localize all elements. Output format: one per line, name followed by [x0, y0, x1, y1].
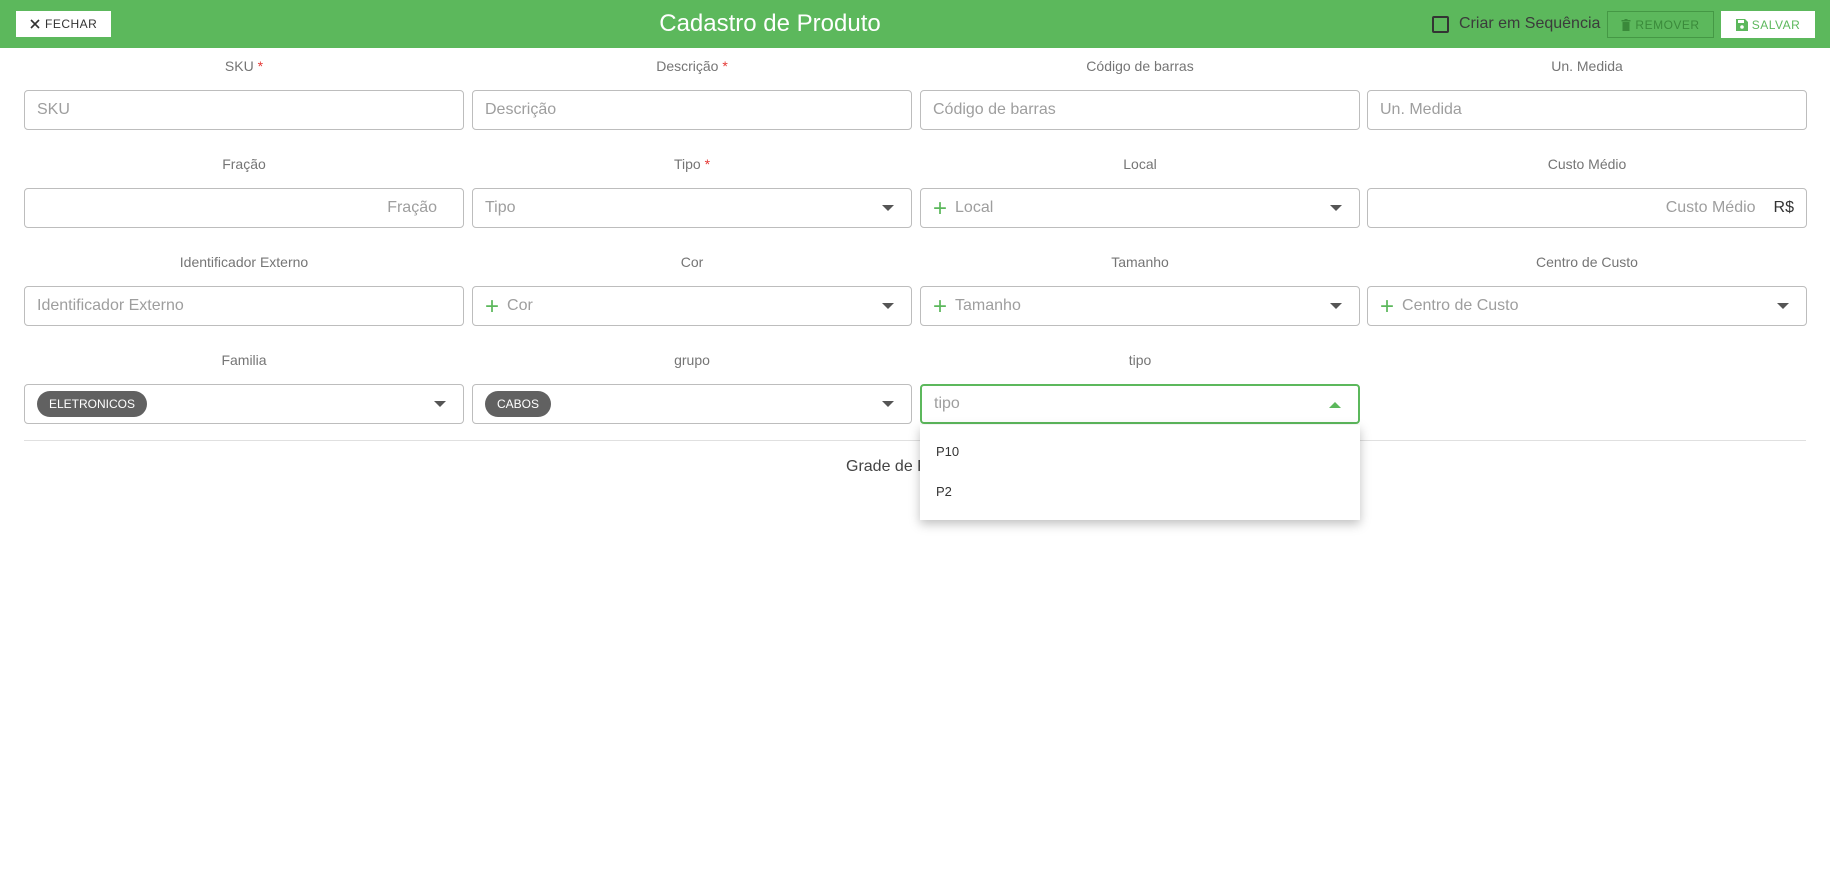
- sequence-toggle[interactable]: Criar em Sequência: [1432, 12, 1600, 36]
- add-icon[interactable]: +: [933, 295, 947, 319]
- save-icon: [1735, 18, 1748, 31]
- centro-custo-select[interactable]: + Centro de Custo: [1367, 286, 1807, 326]
- sequence-checkbox[interactable]: [1432, 15, 1449, 33]
- centro-custo-placeholder: Centro de Custo: [1402, 297, 1519, 314]
- codigo-barras-input[interactable]: Código de barras: [920, 90, 1360, 130]
- descricao-placeholder: Descrição: [485, 101, 557, 118]
- identificador-externo-placeholder: Identificador Externo: [37, 297, 184, 314]
- codigo-barras-placeholder: Código de barras: [933, 101, 1056, 118]
- fracao-input[interactable]: Fração: [24, 188, 464, 228]
- page-title: Cadastro de Produto: [659, 10, 881, 37]
- chevron-up-icon: [1329, 402, 1341, 408]
- local-select[interactable]: + Local: [920, 188, 1360, 228]
- identificador-externo-label: Identificador Externo: [179, 254, 309, 270]
- add-icon[interactable]: +: [485, 295, 499, 319]
- descricao-label: Descrição *: [472, 58, 912, 74]
- chevron-down-icon: [882, 303, 894, 309]
- cor-select[interactable]: + Cor: [472, 286, 912, 326]
- fracao-label: Fração: [222, 156, 266, 172]
- add-icon[interactable]: +: [933, 197, 947, 221]
- remove-button[interactable]: REMOVER: [1607, 11, 1714, 38]
- remove-label: REMOVER: [1635, 17, 1700, 32]
- chevron-down-icon: [1777, 303, 1789, 309]
- descricao-input[interactable]: Descrição: [472, 90, 912, 130]
- local-placeholder: Local: [955, 199, 994, 216]
- sku-placeholder: SKU: [37, 101, 70, 118]
- tamanho-select[interactable]: + Tamanho: [920, 286, 1360, 326]
- tipo2-placeholder: tipo: [934, 395, 960, 412]
- dropdown-option-p10[interactable]: P10: [920, 432, 1360, 472]
- un-medida-placeholder: Un. Medida: [1380, 101, 1462, 118]
- tipo-label: Tipo *: [472, 156, 912, 172]
- tipo-select[interactable]: Tipo: [472, 188, 912, 228]
- grupo-chip[interactable]: CABOS: [485, 391, 552, 417]
- familia-chip[interactable]: ELETRONICOS: [37, 391, 148, 417]
- save-label: SALVAR: [1751, 17, 1801, 32]
- required-mark: *: [704, 156, 711, 172]
- chevron-down-icon: [882, 205, 894, 211]
- chevron-down-icon: [1330, 303, 1342, 309]
- required-mark: *: [257, 58, 264, 74]
- trash-icon: [1621, 18, 1631, 31]
- tipo-placeholder: Tipo: [485, 199, 516, 216]
- un-medida-input[interactable]: Un. Medida: [1367, 90, 1807, 130]
- descricao-label-text: Descrição: [656, 58, 719, 74]
- chevron-down-icon: [1330, 205, 1342, 211]
- top-bar: FECHAR Cadastro de Produto Criar em Sequ…: [0, 0, 1830, 48]
- sequence-label: Criar em Sequência: [1459, 15, 1601, 32]
- cor-placeholder: Cor: [507, 297, 533, 314]
- cor-label: Cor: [680, 254, 704, 270]
- tipo2-label: tipo: [1128, 352, 1152, 368]
- local-label: Local: [1123, 156, 1157, 172]
- tamanho-label: Tamanho: [1111, 254, 1169, 270]
- identificador-externo-input[interactable]: Identificador Externo: [24, 286, 464, 326]
- tamanho-placeholder: Tamanho: [955, 297, 1021, 314]
- custo-medio-label: Custo Médio: [1547, 156, 1627, 172]
- centro-custo-label: Centro de Custo: [1536, 254, 1638, 270]
- grade-title: Grade de P: [846, 458, 928, 475]
- required-mark: *: [722, 58, 728, 74]
- familia-label: Familia: [221, 352, 267, 368]
- custo-medio-placeholder: Custo Médio: [1665, 199, 1756, 216]
- divider: [24, 440, 1806, 441]
- tipo2-select[interactable]: tipo: [920, 384, 1360, 424]
- add-icon[interactable]: +: [1380, 295, 1394, 319]
- currency-suffix: R$: [1773, 199, 1794, 216]
- save-button[interactable]: SALVAR: [1721, 11, 1815, 38]
- familia-select[interactable]: ELETRONICOS: [24, 384, 464, 424]
- codigo-barras-label: Código de barras: [1086, 58, 1194, 74]
- grupo-label: grupo: [674, 352, 710, 368]
- sku-input[interactable]: SKU: [24, 90, 464, 130]
- un-medida-label: Un. Medida: [1551, 58, 1623, 74]
- sku-label-text: SKU: [224, 58, 254, 74]
- custo-medio-input[interactable]: Custo Médio R$: [1367, 188, 1807, 228]
- sku-label: SKU *: [24, 58, 464, 74]
- tipo2-dropdown-menu: P10 P2: [920, 425, 1360, 520]
- chevron-down-icon: [882, 401, 894, 407]
- chevron-down-icon: [434, 401, 446, 407]
- tipo-label-text: Tipo: [673, 156, 701, 172]
- grupo-select[interactable]: CABOS: [472, 384, 912, 424]
- fracao-placeholder: Fração: [387, 199, 437, 216]
- dropdown-option-p2[interactable]: P2: [920, 472, 1360, 512]
